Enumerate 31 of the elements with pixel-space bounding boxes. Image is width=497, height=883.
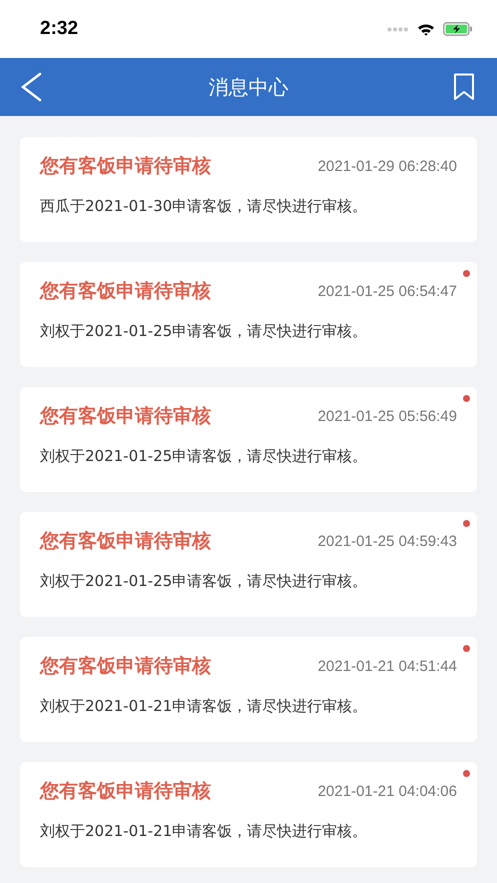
page-title: 消息中心 [208,74,288,100]
back-icon[interactable] [20,72,42,102]
message-body: 刘权于2021-01-21申请客饭，请尽快进行审核。 [40,822,368,841]
message-title: 您有客饭申请待审核 [40,154,211,179]
message-title: 您有客饭申请待审核 [40,404,211,429]
battery-icon [443,22,473,36]
message-title: 您有客饭申请待审核 [40,529,211,554]
message-title: 您有客饭申请待审核 [40,779,211,804]
message-body: 西瓜于2021-01-30申请客饭，请尽快进行审核。 [40,197,368,216]
message-title: 您有客饭申请待审核 [40,654,211,679]
bookmark-icon[interactable] [453,73,475,101]
message-card[interactable]: 您有客饭申请待审核 2021-01-25 05:56:49 刘权于2021-01-25申请客饭，请尽快进行审核。 [20,387,477,492]
message-body: 刘权于2021-01-25申请客饭，请尽快进行审核。 [40,447,368,466]
message-card[interactable]: 您有客饭申请待审核 2021-01-21 04:51:44 刘权于2021-01-21申请客饭，请尽快进行审核。 [20,637,477,742]
message-card[interactable]: 您有客饭申请待审核 2021-01-25 06:54:47 刘权于2021-01-25申请客饭，请尽快进行审核。 [20,262,477,367]
status-time: 2:32 [40,18,78,40]
message-time: 2021-01-25 04:59:43 [318,532,457,550]
wifi-icon [417,22,435,36]
message-body: 刘权于2021-01-25申请客饭，请尽快进行审核。 [40,572,368,591]
message-time: 2021-01-21 04:04:06 [318,782,457,800]
message-body: 刘权于2021-01-25申请客饭，请尽快进行审核。 [40,322,368,341]
message-card[interactable]: 您有客饭申请待审核 2021-01-29 06:28:40 西瓜于2021-01-30申请客饭，请尽快进行审核。 [20,137,477,242]
signal-icon [387,26,409,32]
message-time: 2021-01-29 06:28:40 [318,158,457,174]
message-time: 2021-01-21 04:51:44 [318,658,457,674]
message-card[interactable]: 您有客饭申请待审核 2021-01-25 04:59:43 刘权于2021-01-25申请客饭，请尽快进行审核。 [20,512,477,617]
message-time: 2021-01-25 05:56:49 [318,408,457,424]
message-body: 刘权于2021-01-21申请客饭，请尽快进行审核。 [40,697,368,716]
message-title: 您有客饭申请待审核 [40,279,211,304]
message-card[interactable]: 您有客饭申请待审核 2021-01-21 04:04:06 刘权于2021-01-21申请客饭，请尽快进行审核。 [20,762,477,867]
message-time: 2021-01-25 06:54:47 [318,282,457,300]
